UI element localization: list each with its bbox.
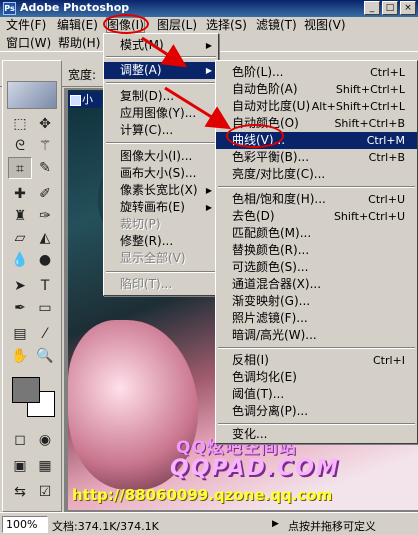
pen-tool-icon[interactable]: ✒ xyxy=(8,297,32,319)
menu-item-duplicate[interactable]: 复制(D)... xyxy=(104,88,218,105)
magic-wand-icon[interactable]: ⚚ xyxy=(33,135,57,157)
foreground-color-swatch[interactable] xyxy=(12,377,40,403)
eraser-tool-icon[interactable]: ▱ xyxy=(8,227,32,249)
menu-item-levels[interactable]: 色阶(L)... Ctrl+L xyxy=(216,64,417,81)
menu-item-variations[interactable]: 变化... xyxy=(216,426,417,443)
menu-item-calculations[interactable]: 计算(C)... xyxy=(104,122,218,139)
menu-select[interactable]: 选择(S) xyxy=(206,18,247,32)
screen-mode-icon[interactable]: ▣ xyxy=(8,455,32,477)
menu-item-channel-mixer[interactable]: 通道混合器(X)... xyxy=(216,276,417,293)
crop-tool-icon[interactable]: ⌗ xyxy=(8,157,32,179)
notes-tool-icon[interactable]: ▤ xyxy=(8,323,32,345)
menu-item-pixel-aspect[interactable]: 像素长宽比(X) ▶ xyxy=(104,182,218,199)
annotation-circle-curves xyxy=(226,124,284,148)
path-select-icon[interactable]: ➤ xyxy=(8,275,32,297)
menu-view[interactable]: 视图(V) xyxy=(304,18,346,32)
fullscreen-mode-icon[interactable]: ▦ xyxy=(33,455,57,477)
menu-item-desaturate[interactable]: 去色(D) Shift+Ctrl+U xyxy=(216,208,417,225)
hand-tool-icon[interactable]: ✋ xyxy=(8,345,32,367)
clone-stamp-icon[interactable]: ♜ xyxy=(8,205,32,227)
menu-item-hue-saturation[interactable]: 色相/饱和度(H)... Ctrl+U xyxy=(216,191,417,208)
title-bar: Ps Adobe Photoshop _ □ × xyxy=(0,0,418,17)
jump-to-imageready-icon[interactable]: ⇆ xyxy=(8,481,32,503)
healing-brush-icon[interactable]: ✚ xyxy=(8,183,32,205)
menu-item-crop: 裁切(P) xyxy=(120,217,161,231)
slice-tool-icon[interactable]: ✎ xyxy=(33,157,57,179)
menu-item-auto-contrast[interactable]: 自动对比度(U) Alt+Shift+Ctrl+L xyxy=(216,98,417,115)
menu-item-image-size[interactable]: 图像大小(I)... xyxy=(104,148,218,165)
menu-item-brightness-contrast[interactable]: 亮度/对比度(C)... xyxy=(216,166,417,183)
dodge-tool-icon[interactable]: ● xyxy=(33,249,57,271)
status-menu-arrow-icon[interactable]: ▶ xyxy=(272,519,279,529)
menu-item-color-balance[interactable]: 色彩平衡(B)... Ctrl+B xyxy=(216,149,417,166)
menu-window[interactable]: 窗口(W) xyxy=(6,36,51,50)
window-title: Adobe Photoshop xyxy=(20,1,130,14)
toolbox: ⬚ ✥ ᘓ ⚚ ⌗ ✎ ✚ ✐ ♜ ✑ ▱ ◭ 💧 ● ➤ T ✒ ▭ ▤ ⁄ … xyxy=(2,60,62,512)
image-menu: 模式(M) ▶ 调整(A) ▶ 复制(D)... 应用图像(Y)... 计算(C).… xyxy=(103,33,219,296)
menu-filter[interactable]: 滤镜(T) xyxy=(256,18,297,32)
menu-item-rotate-canvas[interactable]: 旋转画布(E) ▶ xyxy=(104,199,218,216)
menu-item-gradient-map[interactable]: 渐变映射(G)... xyxy=(216,293,417,310)
menu-item-canvas-size[interactable]: 画布大小(S)... xyxy=(104,165,218,182)
menu-item-mode[interactable]: 模式(M) ▶ xyxy=(104,37,218,54)
menu-item-match-color[interactable]: 匹配颜色(M)... xyxy=(216,225,417,242)
watermark-url: http://88060099.qzone.qq.com xyxy=(72,486,333,504)
history-brush-icon[interactable]: ✑ xyxy=(33,205,57,227)
zoom-tool-icon[interactable]: 🔍 xyxy=(33,345,57,367)
watermark-domain: QQPAD.COM xyxy=(170,456,340,481)
blur-tool-icon[interactable]: 💧 xyxy=(8,249,32,271)
menu-item-auto-levels[interactable]: 自动色阶(A) Shift+Ctrl+L xyxy=(216,81,417,98)
menu-item-equalize[interactable]: 色调均化(E) xyxy=(216,369,417,386)
maximize-button[interactable]: □ xyxy=(382,1,398,15)
close-button[interactable]: × xyxy=(400,1,416,15)
shape-tool-icon[interactable]: ▭ xyxy=(33,297,57,319)
menu-item-shadow-highlight[interactable]: 暗调/高光(W)... xyxy=(216,327,417,344)
paint-bucket-icon[interactable]: ◭ xyxy=(33,227,57,249)
menu-help[interactable]: 帮助(H) xyxy=(58,36,100,50)
menu-item-posterize[interactable]: 色调分离(P)... xyxy=(216,403,417,420)
marquee-tool-icon[interactable]: ⬚ xyxy=(8,113,32,135)
menu-item-replace-color[interactable]: 替换颜色(R)... xyxy=(216,242,417,259)
menu-item-trim[interactable]: 修整(R)... xyxy=(104,233,218,250)
menu-layer[interactable]: 图层(L) xyxy=(157,18,197,32)
minimize-button[interactable]: _ xyxy=(364,1,380,15)
document-size-info: 文档:374.1K/374.1K xyxy=(52,520,159,533)
menu-edit[interactable]: 编辑(E) xyxy=(57,18,98,32)
eyedropper-icon[interactable]: ⁄ xyxy=(33,323,57,345)
annotation-circle-image-menu xyxy=(103,14,149,34)
quick-mask-icon[interactable]: ◉ xyxy=(33,429,57,451)
menu-item-invert[interactable]: 反相(I) Ctrl+I xyxy=(216,352,417,369)
menu-item-adjust[interactable]: 调整(A) ▶ xyxy=(104,62,218,79)
type-tool-icon[interactable]: T xyxy=(33,275,57,297)
menu-item-reveal-all: 显示全部(V) xyxy=(120,251,186,265)
lasso-tool-icon[interactable]: ᘓ xyxy=(8,135,32,157)
imageready-check-icon[interactable]: ☑ xyxy=(33,481,57,503)
menu-item-selective-color[interactable]: 可选颜色(S)... xyxy=(216,259,417,276)
brush-tool-icon[interactable]: ✐ xyxy=(33,183,57,205)
menu-item-threshold[interactable]: 阈值(T)... xyxy=(216,386,417,403)
document-title[interactable]: 小 xyxy=(68,92,102,108)
menu-file[interactable]: 文件(F) xyxy=(6,18,46,32)
width-label: 宽度: xyxy=(68,68,97,82)
menu-item-trap: 陷印(T)... xyxy=(120,277,173,291)
zoom-field[interactable]: 100% xyxy=(2,516,48,533)
adjustments-submenu: 色阶(L)... Ctrl+L 自动色阶(A) Shift+Ctrl+L 自动对比度… xyxy=(215,60,418,444)
adobe-feather-logo xyxy=(7,81,57,109)
photoshop-app-icon: Ps xyxy=(3,2,16,15)
move-tool-icon[interactable]: ✥ xyxy=(33,113,57,135)
standard-mode-icon[interactable]: ◻ xyxy=(8,429,32,451)
menu-item-photo-filter[interactable]: 照片滤镜(F)... xyxy=(216,310,417,327)
menu-item-apply-image[interactable]: 应用图像(Y)... xyxy=(104,105,218,122)
status-hint-text: 点按并拖移可定义 xyxy=(288,520,376,533)
status-bar: 100% 文档:374.1K/374.1K ▶ 点按并拖移可定义 xyxy=(0,512,418,535)
